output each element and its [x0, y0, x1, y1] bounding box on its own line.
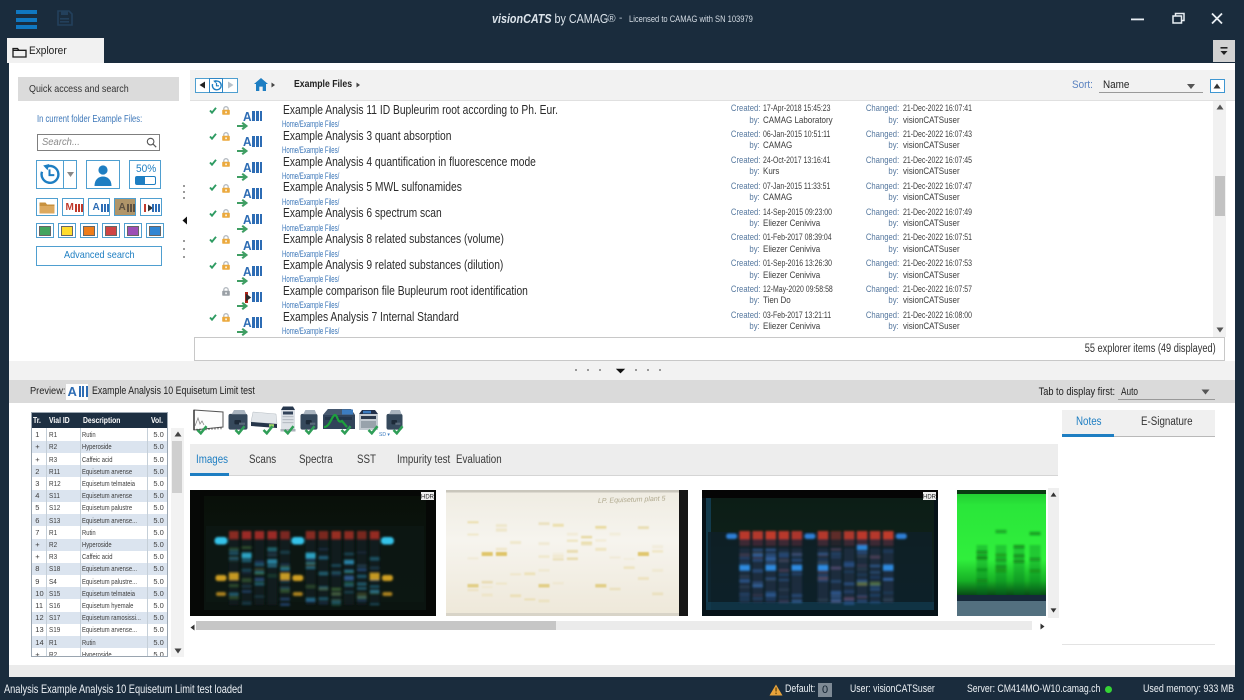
- svg-text:HDR: HDR: [421, 495, 435, 501]
- svg-text:HDR: HDR: [923, 495, 937, 501]
